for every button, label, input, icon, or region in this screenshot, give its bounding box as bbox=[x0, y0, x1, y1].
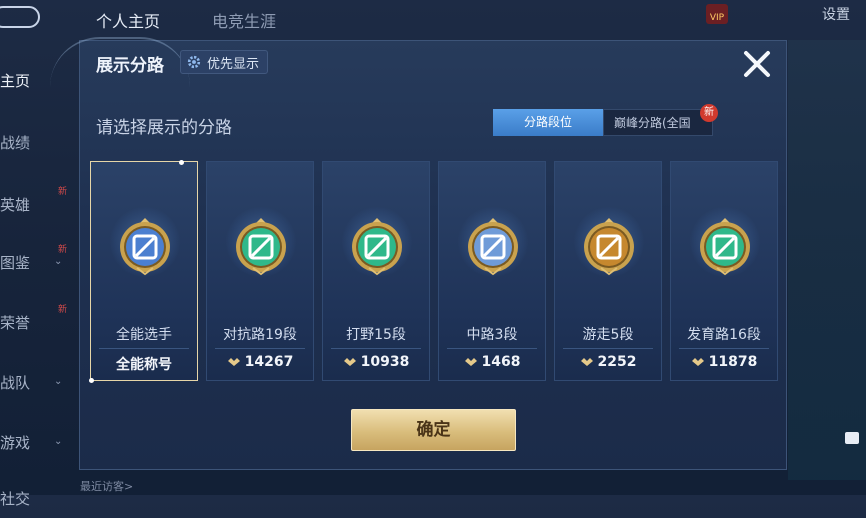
all-rounder-emblem-icon bbox=[120, 218, 170, 276]
sidebar-item-honor[interactable]: 荣誉 新 bbox=[0, 302, 80, 342]
sidebar-item-label: 英雄 bbox=[0, 196, 31, 214]
lane-title: 全能称号 bbox=[116, 357, 172, 373]
points-icon bbox=[580, 358, 593, 366]
lane-display-dialog: 展示分路 优先显示 请选择展示的分路 分路段位 巅峰分路(全国 新 全能选手全能… bbox=[50, 37, 787, 470]
sidebar-item-label: 战绩 bbox=[0, 134, 31, 152]
dialog-title: 展示分路 bbox=[96, 56, 164, 76]
sidebar-item-label: 主页 bbox=[0, 72, 31, 90]
new-badge: 新 bbox=[58, 305, 68, 315]
tab-lane-rank[interactable]: 分路段位 bbox=[493, 109, 603, 136]
points-icon bbox=[691, 358, 704, 366]
sidebar-item-label: 荣誉 bbox=[0, 314, 31, 332]
divider bbox=[99, 348, 189, 349]
lane-card[interactable]: 游走5段 2252 bbox=[554, 161, 662, 381]
back-button[interactable] bbox=[0, 6, 40, 28]
top-nav: 个人主页 电竞生涯 VIP 设置 bbox=[0, 0, 866, 36]
sidebar-item-team[interactable]: 战队 ⌄ bbox=[0, 362, 80, 402]
settings-button[interactable]: 设置 bbox=[822, 4, 850, 24]
lane-name: 打野15段 bbox=[346, 327, 406, 343]
chevron-down-icon: ⌄ bbox=[54, 256, 63, 267]
lane-name: 中路3段 bbox=[466, 327, 518, 343]
points-icon bbox=[464, 358, 477, 366]
hero-artwork bbox=[788, 40, 866, 480]
tab-switch: 分路段位 巅峰分路(全国 新 bbox=[493, 104, 718, 136]
divider bbox=[215, 348, 305, 349]
sidebar-item-social[interactable]: 社交 bbox=[0, 478, 80, 518]
clash-lane-emblem-icon bbox=[236, 218, 286, 276]
roam-emblem-icon bbox=[584, 218, 634, 276]
points-value: 1468 bbox=[481, 354, 521, 370]
tab-personal-home[interactable]: 个人主页 bbox=[96, 8, 160, 32]
lane-name: 对抗路19段 bbox=[223, 327, 297, 343]
sidebar-item-heroes[interactable]: 英雄 新 bbox=[0, 184, 80, 224]
points-icon bbox=[343, 358, 356, 366]
recent-visitors-link[interactable]: 最近访客> bbox=[80, 478, 133, 494]
confirm-button[interactable]: 确定 bbox=[351, 409, 516, 451]
new-badge: 新 bbox=[58, 187, 68, 197]
new-badge: 新 bbox=[700, 104, 718, 122]
chevron-down-icon: ⌄ bbox=[54, 436, 63, 447]
divider bbox=[563, 348, 653, 349]
vip-badge: VIP bbox=[706, 4, 728, 24]
points-value: 14267 bbox=[244, 354, 294, 370]
priority-display-button[interactable]: 优先显示 bbox=[180, 50, 269, 74]
corner-dot bbox=[89, 378, 94, 383]
lane-name: 发育路16段 bbox=[687, 327, 761, 343]
sidebar-item-label: 战队 bbox=[0, 374, 31, 392]
lane-points: 14267 bbox=[207, 354, 313, 370]
points-value: 11878 bbox=[708, 354, 758, 370]
tab-label: 巅峰分路(全国 bbox=[614, 116, 691, 130]
jungle-emblem-icon bbox=[352, 218, 402, 276]
chevron-down-icon: ⌄ bbox=[54, 376, 63, 387]
tab-esports-career[interactable]: 电竞生涯 bbox=[212, 8, 276, 32]
divider bbox=[447, 348, 537, 349]
sidebar-item-label: 社交 bbox=[0, 490, 31, 508]
lane-card[interactable]: 全能选手 全能称号 bbox=[89, 160, 198, 383]
gear-icon bbox=[187, 55, 201, 69]
lane-card[interactable]: 发育路16段 11878 bbox=[670, 161, 778, 381]
lane-points: 11878 bbox=[671, 354, 777, 370]
points-value: 2252 bbox=[597, 354, 637, 370]
points-value: 10938 bbox=[360, 354, 410, 370]
sidebar-item-codex[interactable]: 图鉴 新 ⌄ bbox=[0, 242, 80, 282]
sidebar-item-label: 游戏 bbox=[0, 434, 31, 452]
tab-peak-lane[interactable]: 巅峰分路(全国 新 bbox=[603, 104, 718, 136]
sidebar-item-record[interactable]: 战绩 bbox=[0, 122, 80, 162]
close-icon[interactable] bbox=[740, 47, 774, 81]
new-badge: 新 bbox=[58, 245, 68, 255]
points-icon bbox=[227, 358, 240, 366]
lane-card[interactable]: 中路3段 1468 bbox=[438, 161, 546, 381]
lane-points: 10938 bbox=[323, 354, 429, 370]
divider bbox=[331, 348, 421, 349]
mid-lane-emblem-icon bbox=[468, 218, 518, 276]
farm-lane-emblem-icon bbox=[700, 218, 750, 276]
corner-dot bbox=[179, 160, 184, 165]
lane-name: 全能选手 bbox=[116, 327, 172, 343]
lane-points: 2252 bbox=[555, 354, 661, 370]
dialog-subtitle: 请选择展示的分路 bbox=[96, 118, 232, 138]
sidebar-item-games[interactable]: 游戏 ⌄ bbox=[0, 422, 80, 462]
lane-points: 1468 bbox=[439, 354, 545, 370]
video-icon[interactable] bbox=[845, 432, 859, 444]
lane-card[interactable]: 对抗路19段 14267 bbox=[206, 161, 314, 381]
lane-name: 游走5段 bbox=[582, 327, 634, 343]
divider bbox=[679, 348, 769, 349]
sidebar-item-label: 图鉴 bbox=[0, 254, 31, 272]
lane-card[interactable]: 打野15段 10938 bbox=[322, 161, 430, 381]
priority-display-label: 优先显示 bbox=[207, 56, 260, 72]
